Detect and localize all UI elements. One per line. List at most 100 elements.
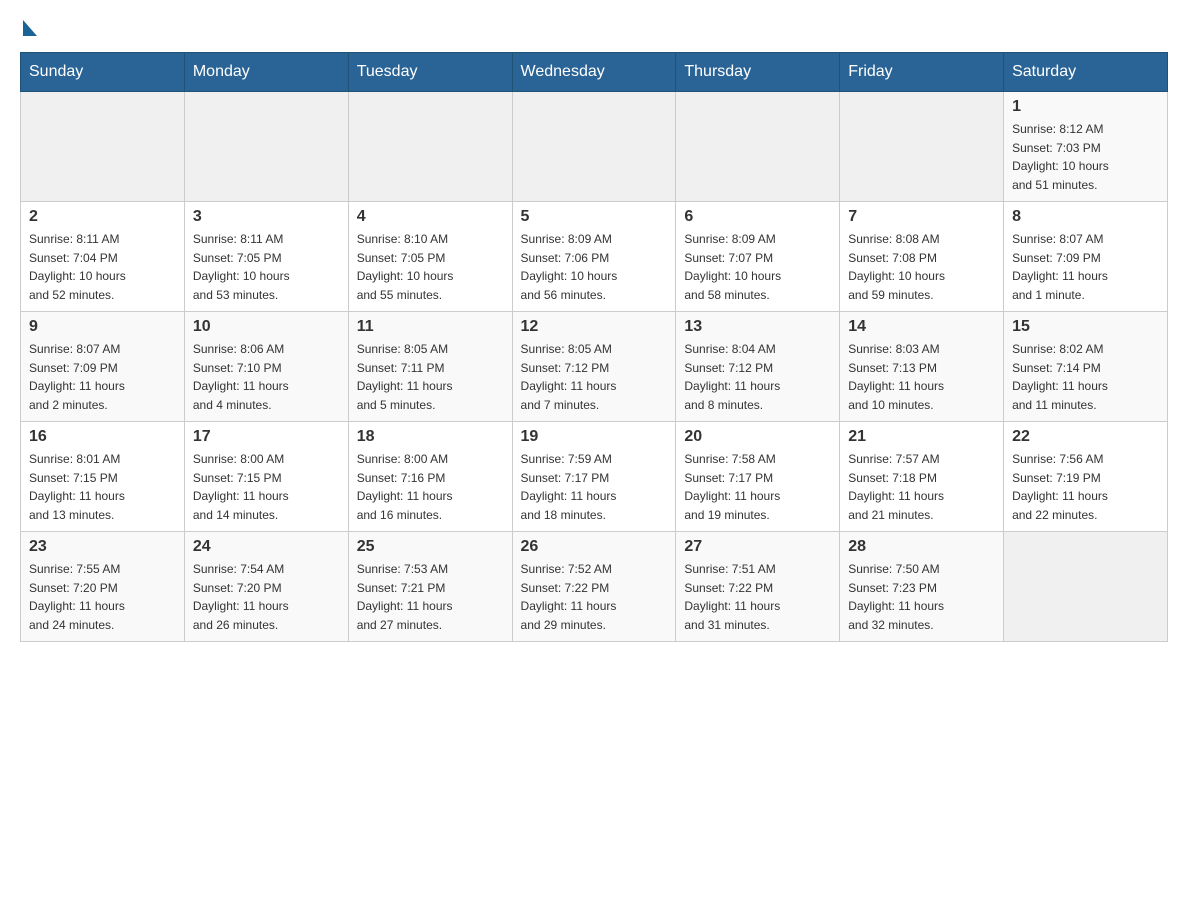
day-header-saturday: Saturday [1004,53,1168,92]
logo [20,20,37,32]
day-number: 26 [521,538,668,556]
day-number: 10 [193,318,340,336]
day-cell: 21 Sunrise: 7:57 AM Sunset: 7:18 PM Dayli… [840,422,1004,532]
day-number: 18 [357,428,504,446]
day-header-wednesday: Wednesday [512,53,676,92]
day-header-row: SundayMondayTuesdayWednesdayThursdayFrid… [21,53,1168,92]
page-header [20,20,1168,32]
day-info: Sunrise: 7:54 AM Sunset: 7:20 PM Dayligh… [193,560,340,634]
day-number: 19 [521,428,668,446]
week-row-5: 23Sunrise: 7:55 AM Sunset: 7:20 PM Dayli… [21,532,1168,642]
day-info: Sunrise: 7:57 AM Sunset: 7:18 PM Dayligh… [848,450,995,524]
day-number: 3 [193,208,340,226]
day-number: 13 [684,318,831,336]
day-cell: 28 Sunrise: 7:50 AM Sunset: 7:23 PM Dayli… [840,532,1004,642]
day-header-monday: Monday [184,53,348,92]
day-cell [512,92,676,202]
day-number: 27 [684,538,831,556]
day-cell: 12Sunrise: 8:05 AM Sunset: 7:12 PM Dayli… [512,312,676,422]
day-cell [21,92,185,202]
day-info: Sunrise: 7:56 AM Sunset: 7:19 PM Dayligh… [1012,450,1159,524]
day-header-sunday: Sunday [21,53,185,92]
day-number: 15 [1012,318,1159,336]
day-cell: 5 Sunrise: 8:09 AM Sunset: 7:06 PM Daylig… [512,202,676,312]
day-number: 14 [848,318,995,336]
logo-line1 [20,20,37,34]
day-info: Sunrise: 8:07 AM Sunset: 7:09 PM Dayligh… [29,340,176,414]
day-number: 5 [521,208,668,226]
week-row-3: 9 Sunrise: 8:07 AM Sunset: 7:09 PM Daylig… [21,312,1168,422]
day-number: 8 [1012,208,1159,226]
day-info: Sunrise: 8:01 AM Sunset: 7:15 PM Dayligh… [29,450,176,524]
day-cell: 8 Sunrise: 8:07 AM Sunset: 7:09 PM Daylig… [1004,202,1168,312]
day-number: 20 [684,428,831,446]
day-cell: 19 Sunrise: 7:59 AM Sunset: 7:17 PM Dayli… [512,422,676,532]
day-info: Sunrise: 8:00 AM Sunset: 7:16 PM Dayligh… [357,450,504,524]
day-info: Sunrise: 7:59 AM Sunset: 7:17 PM Dayligh… [521,450,668,524]
day-number: 24 [193,538,340,556]
day-info: Sunrise: 8:00 AM Sunset: 7:15 PM Dayligh… [193,450,340,524]
day-cell [676,92,840,202]
day-number: 28 [848,538,995,556]
day-cell [1004,532,1168,642]
day-cell: 7Sunrise: 8:08 AM Sunset: 7:08 PM Daylig… [840,202,1004,312]
day-cell [184,92,348,202]
day-cell: 13 Sunrise: 8:04 AM Sunset: 7:12 PM Dayli… [676,312,840,422]
day-info: Sunrise: 8:03 AM Sunset: 7:13 PM Dayligh… [848,340,995,414]
day-info: Sunrise: 8:09 AM Sunset: 7:07 PM Dayligh… [684,230,831,304]
day-info: Sunrise: 7:53 AM Sunset: 7:21 PM Dayligh… [357,560,504,634]
day-number: 4 [357,208,504,226]
day-number: 6 [684,208,831,226]
day-cell: 3 Sunrise: 8:11 AM Sunset: 7:05 PM Daylig… [184,202,348,312]
day-info: Sunrise: 8:05 AM Sunset: 7:11 PM Dayligh… [357,340,504,414]
day-number: 16 [29,428,176,446]
day-number: 9 [29,318,176,336]
calendar-header: SundayMondayTuesdayWednesdayThursdayFrid… [21,53,1168,92]
day-info: Sunrise: 8:11 AM Sunset: 7:04 PM Dayligh… [29,230,176,304]
day-cell: 9 Sunrise: 8:07 AM Sunset: 7:09 PM Daylig… [21,312,185,422]
day-cell: 17Sunrise: 8:00 AM Sunset: 7:15 PM Dayli… [184,422,348,532]
day-cell: 27 Sunrise: 7:51 AM Sunset: 7:22 PM Dayli… [676,532,840,642]
day-cell: 25Sunrise: 7:53 AM Sunset: 7:21 PM Dayli… [348,532,512,642]
day-cell: 4Sunrise: 8:10 AM Sunset: 7:05 PM Daylig… [348,202,512,312]
week-row-2: 2 Sunrise: 8:11 AM Sunset: 7:04 PM Daylig… [21,202,1168,312]
day-info: Sunrise: 8:07 AM Sunset: 7:09 PM Dayligh… [1012,230,1159,304]
calendar-body: 1 Sunrise: 8:12 AM Sunset: 7:03 PM Daylig… [21,92,1168,642]
day-header-thursday: Thursday [676,53,840,92]
day-cell: 11 Sunrise: 8:05 AM Sunset: 7:11 PM Dayli… [348,312,512,422]
day-cell [348,92,512,202]
day-cell: 22Sunrise: 7:56 AM Sunset: 7:19 PM Dayli… [1004,422,1168,532]
day-info: Sunrise: 8:12 AM Sunset: 7:03 PM Dayligh… [1012,120,1159,194]
day-number: 11 [357,318,504,336]
day-header-tuesday: Tuesday [348,53,512,92]
day-info: Sunrise: 7:51 AM Sunset: 7:22 PM Dayligh… [684,560,831,634]
week-row-4: 16 Sunrise: 8:01 AM Sunset: 7:15 PM Dayli… [21,422,1168,532]
day-number: 2 [29,208,176,226]
day-info: Sunrise: 8:09 AM Sunset: 7:06 PM Dayligh… [521,230,668,304]
day-number: 21 [848,428,995,446]
day-header-friday: Friday [840,53,1004,92]
day-cell: 23Sunrise: 7:55 AM Sunset: 7:20 PM Dayli… [21,532,185,642]
day-cell: 10Sunrise: 8:06 AM Sunset: 7:10 PM Dayli… [184,312,348,422]
day-cell: 15 Sunrise: 8:02 AM Sunset: 7:14 PM Dayli… [1004,312,1168,422]
day-number: 1 [1012,98,1159,116]
day-cell: 14 Sunrise: 8:03 AM Sunset: 7:13 PM Dayli… [840,312,1004,422]
day-info: Sunrise: 8:04 AM Sunset: 7:12 PM Dayligh… [684,340,831,414]
day-info: Sunrise: 7:58 AM Sunset: 7:17 PM Dayligh… [684,450,831,524]
week-row-1: 1 Sunrise: 8:12 AM Sunset: 7:03 PM Daylig… [21,92,1168,202]
day-number: 23 [29,538,176,556]
day-info: Sunrise: 7:52 AM Sunset: 7:22 PM Dayligh… [521,560,668,634]
day-info: Sunrise: 8:02 AM Sunset: 7:14 PM Dayligh… [1012,340,1159,414]
day-cell: 24 Sunrise: 7:54 AM Sunset: 7:20 PM Dayli… [184,532,348,642]
day-info: Sunrise: 8:05 AM Sunset: 7:12 PM Dayligh… [521,340,668,414]
calendar-table: SundayMondayTuesdayWednesdayThursdayFrid… [20,52,1168,642]
day-cell: 18 Sunrise: 8:00 AM Sunset: 7:16 PM Dayli… [348,422,512,532]
day-info: Sunrise: 8:11 AM Sunset: 7:05 PM Dayligh… [193,230,340,304]
day-cell: 16 Sunrise: 8:01 AM Sunset: 7:15 PM Dayli… [21,422,185,532]
day-info: Sunrise: 7:50 AM Sunset: 7:23 PM Dayligh… [848,560,995,634]
day-cell: 20 Sunrise: 7:58 AM Sunset: 7:17 PM Dayli… [676,422,840,532]
day-info: Sunrise: 8:08 AM Sunset: 7:08 PM Dayligh… [848,230,995,304]
day-cell: 2 Sunrise: 8:11 AM Sunset: 7:04 PM Daylig… [21,202,185,312]
day-cell: 1 Sunrise: 8:12 AM Sunset: 7:03 PM Daylig… [1004,92,1168,202]
logo-arrow-icon [23,20,37,36]
